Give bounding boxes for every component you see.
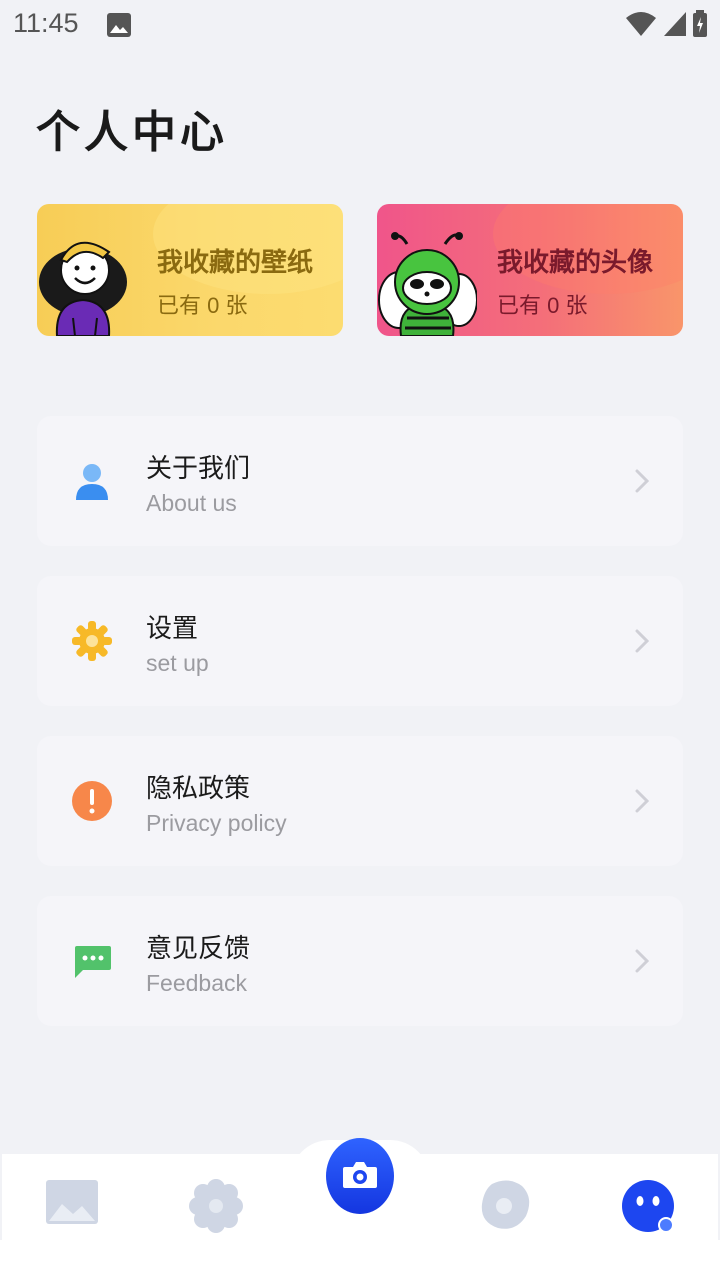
favorite-avatars-count: 已有 0 张 bbox=[497, 293, 588, 318]
status-bar: 11:45 bbox=[0, 0, 720, 50]
menu-item-feedback[interactable]: 意见反馈 Feedback bbox=[37, 896, 683, 1026]
gear-icon bbox=[72, 621, 112, 661]
menu-subtitle: Privacy policy bbox=[146, 810, 287, 836]
bottom-strip bbox=[0, 1240, 720, 1280]
signal-icon bbox=[663, 12, 686, 36]
page-title: 个人中心 bbox=[36, 107, 228, 158]
image-notification-icon bbox=[107, 13, 131, 37]
tab-blob[interactable] bbox=[478, 1178, 532, 1232]
menu-subtitle: Feedback bbox=[146, 970, 248, 996]
status-indicators bbox=[625, 10, 708, 38]
person-icon bbox=[76, 464, 108, 500]
wifi-icon bbox=[626, 12, 657, 36]
menu-title: 隐私政策 bbox=[146, 773, 251, 803]
status-time: 11:45 bbox=[13, 8, 79, 38]
menu-item-settings[interactable]: 设置 set up bbox=[37, 576, 683, 706]
alert-icon bbox=[72, 781, 112, 821]
battery-icon bbox=[693, 10, 707, 37]
tab-flower[interactable] bbox=[188, 1178, 244, 1234]
tab-wallpapers[interactable] bbox=[46, 1178, 98, 1226]
chevron-right-icon bbox=[635, 789, 649, 813]
menu-item-privacy-policy[interactable]: 隐私政策 Privacy policy bbox=[37, 736, 683, 866]
favorite-avatars-title: 我收藏的头像 bbox=[497, 247, 654, 277]
girl-illustration-icon bbox=[39, 241, 127, 336]
menu-subtitle: set up bbox=[146, 650, 209, 676]
menu-title: 意见反馈 bbox=[146, 933, 251, 963]
favorite-wallpapers-card[interactable]: 我收藏的壁纸 已有 0 张 bbox=[37, 204, 343, 336]
favorite-wallpapers-title: 我收藏的壁纸 bbox=[157, 247, 314, 277]
chat-icon bbox=[75, 946, 111, 978]
camera-button[interactable] bbox=[325, 1137, 395, 1215]
menu-title: 设置 bbox=[146, 613, 199, 643]
menu-subtitle: About us bbox=[146, 490, 237, 516]
tab-profile[interactable] bbox=[622, 1178, 678, 1234]
favorite-avatars-card[interactable]: 我收藏的头像 已有 0 张 bbox=[377, 204, 683, 336]
menu-title: 关于我们 bbox=[146, 453, 251, 483]
bee-illustration-icon bbox=[378, 232, 477, 336]
chevron-right-icon bbox=[635, 629, 649, 653]
menu-item-about-us[interactable]: 关于我们 About us bbox=[37, 416, 683, 546]
favorite-wallpapers-count: 已有 0 张 bbox=[157, 293, 248, 318]
chevron-right-icon bbox=[635, 949, 649, 973]
chevron-right-icon bbox=[635, 469, 649, 493]
